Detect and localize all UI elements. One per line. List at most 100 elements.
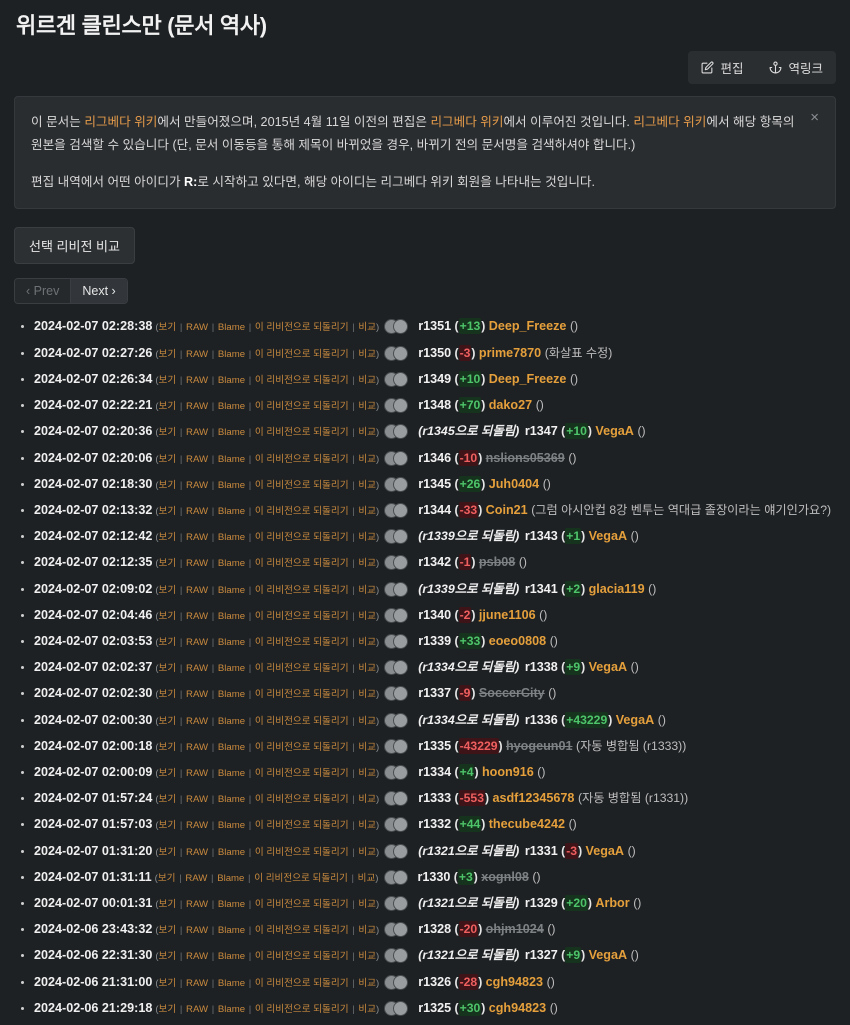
view-revision-link[interactable]: 보기 — [159, 637, 177, 648]
blame-link[interactable]: Blame — [218, 558, 245, 569]
raw-revision-link[interactable]: RAW — [186, 375, 208, 386]
revert-to-revision-link[interactable]: 이 리비전으로 되돌리기 — [255, 899, 349, 910]
revert-to-revision-link[interactable]: 이 리비전으로 되돌리기 — [255, 847, 349, 858]
revision-id[interactable]: r1334 — [418, 765, 451, 779]
revert-to-revision-link[interactable]: 이 리비전으로 되돌리기 — [255, 978, 349, 989]
revision-author[interactable]: VegaA — [589, 529, 628, 543]
compare-revision-link[interactable]: 비교 — [358, 375, 376, 386]
blame-link[interactable]: Blame — [218, 794, 245, 805]
view-revision-link[interactable]: 보기 — [159, 899, 177, 910]
revision-id[interactable]: r1343 — [525, 529, 558, 543]
view-revision-link[interactable]: 보기 — [159, 716, 177, 727]
prev-page-button-top[interactable]: ‹ Prev — [15, 279, 71, 304]
raw-revision-link[interactable]: RAW — [186, 742, 208, 753]
view-revision-link[interactable]: 보기 — [159, 742, 177, 753]
revert-to-revision-link[interactable]: 이 리비전으로 되돌리기 — [255, 349, 349, 360]
blame-link[interactable]: Blame — [218, 820, 245, 831]
revision-author[interactable]: Arbor — [595, 896, 629, 910]
revision-id[interactable]: r1346 — [418, 451, 451, 465]
revision-id[interactable]: r1350 — [418, 346, 451, 360]
revision-author[interactable]: VegaA — [589, 948, 628, 962]
revision-id[interactable]: r1331 — [525, 844, 558, 858]
compare-revision-link[interactable]: 비교 — [358, 716, 376, 727]
view-revision-link[interactable]: 보기 — [159, 1004, 177, 1015]
blame-link[interactable]: Blame — [218, 716, 245, 727]
notice-link-2[interactable]: 리그베다 위키 — [430, 115, 503, 129]
revision-id[interactable]: r1341 — [525, 582, 558, 596]
revert-to-revision-link[interactable]: 이 리비전으로 되돌리기 — [255, 951, 349, 962]
raw-revision-link[interactable]: RAW — [186, 637, 208, 648]
compare-revision-link[interactable]: 비교 — [358, 951, 376, 962]
raw-revision-link[interactable]: RAW — [185, 873, 207, 884]
blame-link[interactable]: Blame — [218, 689, 245, 700]
raw-revision-link[interactable]: RAW — [186, 401, 208, 412]
revision-id[interactable]: r1344 — [418, 503, 451, 517]
revision-author[interactable]: Deep_Freeze — [489, 319, 567, 333]
revert-to-revision-link[interactable]: 이 리비전으로 되돌리기 — [255, 1004, 349, 1015]
view-revision-link[interactable]: 보기 — [159, 427, 177, 438]
blame-link[interactable]: Blame — [218, 349, 245, 360]
close-icon[interactable]: × — [806, 108, 823, 127]
raw-revision-link[interactable]: RAW — [186, 899, 208, 910]
compare-revision-link[interactable]: 비교 — [358, 506, 376, 517]
view-revision-link[interactable]: 보기 — [159, 349, 177, 360]
blame-link[interactable]: Blame — [218, 663, 245, 674]
compare-revision-link[interactable]: 비교 — [358, 794, 376, 805]
compare-revision-link[interactable]: 비교 — [358, 768, 376, 779]
revert-to-revision-link[interactable]: 이 리비전으로 되돌리기 — [255, 322, 349, 333]
raw-revision-link[interactable]: RAW — [186, 925, 208, 936]
revision-id[interactable]: r1330 — [418, 870, 451, 884]
revision-id[interactable]: r1338 — [525, 660, 558, 674]
blame-link[interactable]: Blame — [218, 1004, 245, 1015]
blame-link[interactable]: Blame — [218, 742, 245, 753]
revert-to-revision-link[interactable]: 이 리비전으로 되돌리기 — [255, 427, 349, 438]
compare-revision-link[interactable]: 비교 — [358, 978, 376, 989]
edit-button[interactable]: 편집 — [688, 51, 756, 84]
revision-author[interactable]: VegaA — [589, 660, 628, 674]
compare-revision-link[interactable]: 비교 — [358, 480, 376, 491]
blame-link[interactable]: Blame — [218, 847, 245, 858]
compare-revision-link[interactable]: 비교 — [358, 742, 376, 753]
raw-revision-link[interactable]: RAW — [186, 585, 208, 596]
view-revision-link[interactable]: 보기 — [159, 480, 177, 491]
blame-link[interactable]: Blame — [218, 637, 245, 648]
view-revision-link[interactable]: 보기 — [159, 820, 177, 831]
revision-author[interactable]: cgh94823 — [486, 975, 543, 989]
revert-to-revision-link[interactable]: 이 리비전으로 되돌리기 — [254, 873, 348, 884]
view-revision-link[interactable]: 보기 — [159, 978, 177, 989]
revert-to-revision-link[interactable]: 이 리비전으로 되돌리기 — [255, 454, 349, 465]
revert-to-revision-link[interactable]: 이 리비전으로 되돌리기 — [255, 558, 349, 569]
notice-link-1[interactable]: 리그베다 위키 — [84, 115, 157, 129]
revision-id[interactable]: r1328 — [418, 922, 451, 936]
revision-id[interactable]: r1325 — [418, 1001, 451, 1015]
view-revision-link[interactable]: 보기 — [159, 794, 177, 805]
revision-id[interactable]: r1347 — [525, 424, 558, 438]
revert-to-revision-link[interactable]: 이 리비전으로 되돌리기 — [255, 716, 349, 727]
raw-revision-link[interactable]: RAW — [186, 847, 208, 858]
revision-author[interactable]: eoeo0808 — [489, 634, 546, 648]
blame-link[interactable]: Blame — [217, 873, 244, 884]
revision-author[interactable]: glacia119 — [589, 582, 645, 596]
compare-revision-link[interactable]: 비교 — [358, 820, 376, 831]
notice-link-3[interactable]: 리그베다 위키 — [633, 115, 706, 129]
blame-link[interactable]: Blame — [218, 768, 245, 779]
view-revision-link[interactable]: 보기 — [158, 873, 176, 884]
raw-revision-link[interactable]: RAW — [186, 480, 208, 491]
compare-revision-link[interactable]: 비교 — [358, 611, 376, 622]
raw-revision-link[interactable]: RAW — [186, 820, 208, 831]
compare-revision-link[interactable]: 비교 — [358, 322, 376, 333]
blame-link[interactable]: Blame — [218, 322, 245, 333]
compare-revision-link[interactable]: 비교 — [358, 663, 376, 674]
compare-revision-link[interactable]: 비교 — [358, 925, 376, 936]
raw-revision-link[interactable]: RAW — [186, 611, 208, 622]
compare-revision-link[interactable]: 비교 — [358, 1004, 376, 1015]
revision-id[interactable]: r1340 — [418, 608, 451, 622]
blame-link[interactable]: Blame — [218, 585, 245, 596]
revert-to-revision-link[interactable]: 이 리비전으로 되돌리기 — [255, 480, 349, 491]
revert-to-revision-link[interactable]: 이 리비전으로 되돌리기 — [255, 820, 349, 831]
blame-link[interactable]: Blame — [218, 978, 245, 989]
compare-revision-link[interactable]: 비교 — [358, 427, 376, 438]
raw-revision-link[interactable]: RAW — [186, 716, 208, 727]
revert-to-revision-link[interactable]: 이 리비전으로 되돌리기 — [255, 742, 349, 753]
blame-link[interactable]: Blame — [218, 532, 245, 543]
